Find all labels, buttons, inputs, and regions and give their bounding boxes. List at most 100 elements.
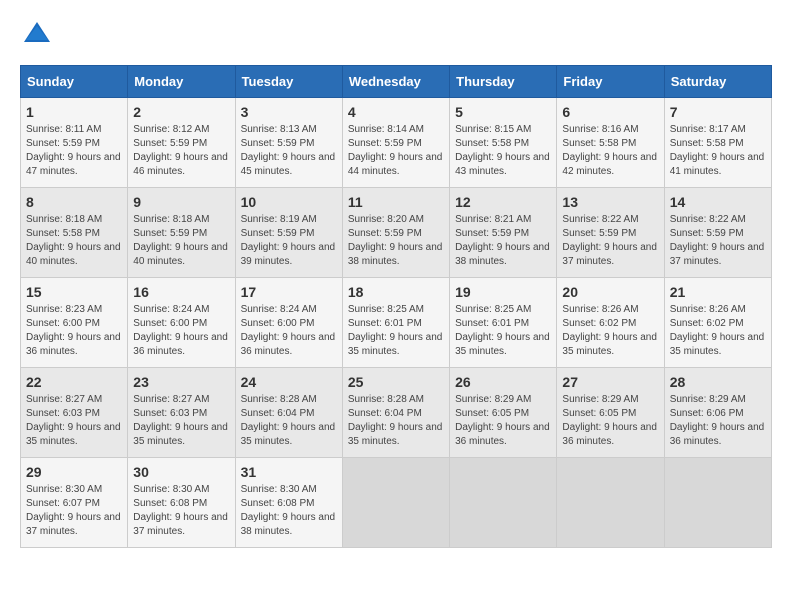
weekday-header-sunday: Sunday: [21, 66, 128, 98]
day-info: Sunrise: 8:24 AMSunset: 6:00 PMDaylight:…: [133, 304, 228, 357]
day-info: Sunrise: 8:29 AMSunset: 6:05 PMDaylight:…: [562, 394, 657, 447]
calendar-cell: 8Sunrise: 8:18 AMSunset: 5:58 PMDaylight…: [21, 188, 128, 278]
day-number: 14: [670, 194, 766, 210]
day-info: Sunrise: 8:25 AMSunset: 6:01 PMDaylight:…: [348, 304, 443, 357]
day-info: Sunrise: 8:23 AMSunset: 6:00 PMDaylight:…: [26, 304, 121, 357]
weekday-header-saturday: Saturday: [664, 66, 771, 98]
day-number: 20: [562, 284, 658, 300]
day-info: Sunrise: 8:14 AMSunset: 5:59 PMDaylight:…: [348, 124, 443, 177]
day-number: 11: [348, 194, 444, 210]
day-number: 15: [26, 284, 122, 300]
day-number: 25: [348, 374, 444, 390]
calendar-cell: 12 Sunrise: 8:21 AMSunset: 5:59 PMDayligh…: [450, 188, 557, 278]
calendar-cell: 10 Sunrise: 8:19 AMSunset: 5:59 PMDayligh…: [235, 188, 342, 278]
calendar-cell: 27 Sunrise: 8:29 AMSunset: 6:05 PMDayligh…: [557, 368, 664, 458]
day-info: Sunrise: 8:29 AMSunset: 6:06 PMDaylight:…: [670, 394, 765, 447]
day-info: Sunrise: 8:28 AMSunset: 6:04 PMDaylight:…: [241, 394, 336, 447]
day-info: Sunrise: 8:24 AMSunset: 6:00 PMDaylight:…: [241, 304, 336, 357]
calendar-cell: 20 Sunrise: 8:26 AMSunset: 6:02 PMDayligh…: [557, 278, 664, 368]
day-number: 5: [455, 104, 551, 120]
calendar-cell: 2Sunrise: 8:12 AMSunset: 5:59 PMDaylight…: [128, 98, 235, 188]
weekday-header-monday: Monday: [128, 66, 235, 98]
day-info: Sunrise: 8:26 AMSunset: 6:02 PMDaylight:…: [670, 304, 765, 357]
logo-text: [20, 20, 52, 49]
day-info: Sunrise: 8:30 AMSunset: 6:08 PMDaylight:…: [133, 484, 228, 537]
calendar-cell: 3 Sunrise: 8:13 AMSunset: 5:59 PMDaylight…: [235, 98, 342, 188]
week-row-5: 29 Sunrise: 8:30 AMSunset: 6:07 PMDayligh…: [21, 458, 772, 548]
day-number: 31: [241, 464, 337, 480]
calendar-cell: 4Sunrise: 8:14 AMSunset: 5:59 PMDaylight…: [342, 98, 449, 188]
calendar-cell: 24 Sunrise: 8:28 AMSunset: 6:04 PMDayligh…: [235, 368, 342, 458]
day-number: 12: [455, 194, 551, 210]
day-number: 27: [562, 374, 658, 390]
weekday-header-tuesday: Tuesday: [235, 66, 342, 98]
day-number: 10: [241, 194, 337, 210]
day-number: 19: [455, 284, 551, 300]
day-number: 8: [26, 194, 122, 210]
calendar-cell: 21 Sunrise: 8:26 AMSunset: 6:02 PMDayligh…: [664, 278, 771, 368]
calendar-cell: 31Sunrise: 8:30 AMSunset: 6:08 PMDayligh…: [235, 458, 342, 548]
calendar-cell: [664, 458, 771, 548]
day-number: 28: [670, 374, 766, 390]
weekday-header-friday: Friday: [557, 66, 664, 98]
calendar-cell: 13Sunrise: 8:22 AMSunset: 5:59 PMDayligh…: [557, 188, 664, 278]
page-header: [20, 20, 772, 49]
day-number: 2: [133, 104, 229, 120]
day-info: Sunrise: 8:15 AMSunset: 5:58 PMDaylight:…: [455, 124, 550, 177]
day-info: Sunrise: 8:19 AMSunset: 5:59 PMDaylight:…: [241, 214, 336, 267]
calendar-cell: 16 Sunrise: 8:24 AMSunset: 6:00 PMDayligh…: [128, 278, 235, 368]
day-number: 30: [133, 464, 229, 480]
day-number: 1: [26, 104, 122, 120]
day-number: 9: [133, 194, 229, 210]
calendar-cell: 22 Sunrise: 8:27 AMSunset: 6:03 PMDayligh…: [21, 368, 128, 458]
calendar-cell: 17Sunrise: 8:24 AMSunset: 6:00 PMDayligh…: [235, 278, 342, 368]
weekday-header-wednesday: Wednesday: [342, 66, 449, 98]
logo: [20, 20, 52, 49]
day-info: Sunrise: 8:27 AMSunset: 6:03 PMDaylight:…: [26, 394, 121, 447]
day-number: 22: [26, 374, 122, 390]
day-number: 3: [241, 104, 337, 120]
day-info: Sunrise: 8:28 AMSunset: 6:04 PMDaylight:…: [348, 394, 443, 447]
calendar-cell: 6Sunrise: 8:16 AMSunset: 5:58 PMDaylight…: [557, 98, 664, 188]
day-info: Sunrise: 8:17 AMSunset: 5:58 PMDaylight:…: [670, 124, 765, 177]
calendar-cell: 1Sunrise: 8:11 AMSunset: 5:59 PMDaylight…: [21, 98, 128, 188]
day-info: Sunrise: 8:21 AMSunset: 5:59 PMDaylight:…: [455, 214, 550, 267]
calendar-cell: [557, 458, 664, 548]
day-number: 24: [241, 374, 337, 390]
day-info: Sunrise: 8:22 AMSunset: 5:59 PMDaylight:…: [670, 214, 765, 267]
day-number: 26: [455, 374, 551, 390]
calendar-cell: 9 Sunrise: 8:18 AMSunset: 5:59 PMDaylight…: [128, 188, 235, 278]
calendar-cell: 30 Sunrise: 8:30 AMSunset: 6:08 PMDayligh…: [128, 458, 235, 548]
day-number: 23: [133, 374, 229, 390]
calendar-cell: 18 Sunrise: 8:25 AMSunset: 6:01 PMDayligh…: [342, 278, 449, 368]
day-info: Sunrise: 8:29 AMSunset: 6:05 PMDaylight:…: [455, 394, 550, 447]
day-number: 21: [670, 284, 766, 300]
day-info: Sunrise: 8:13 AMSunset: 5:59 PMDaylight:…: [241, 124, 336, 177]
calendar-table: SundayMondayTuesdayWednesdayThursdayFrid…: [20, 65, 772, 548]
calendar-cell: 7Sunrise: 8:17 AMSunset: 5:58 PMDaylight…: [664, 98, 771, 188]
day-info: Sunrise: 8:25 AMSunset: 6:01 PMDaylight:…: [455, 304, 550, 357]
day-info: Sunrise: 8:30 AMSunset: 6:07 PMDaylight:…: [26, 484, 121, 537]
week-row-1: 1Sunrise: 8:11 AMSunset: 5:59 PMDaylight…: [21, 98, 772, 188]
calendar-cell: 26 Sunrise: 8:29 AMSunset: 6:05 PMDayligh…: [450, 368, 557, 458]
calendar-cell: 29 Sunrise: 8:30 AMSunset: 6:07 PMDayligh…: [21, 458, 128, 548]
day-info: Sunrise: 8:26 AMSunset: 6:02 PMDaylight:…: [562, 304, 657, 357]
calendar-cell: 5 Sunrise: 8:15 AMSunset: 5:58 PMDaylight…: [450, 98, 557, 188]
weekday-header-row: SundayMondayTuesdayWednesdayThursdayFrid…: [21, 66, 772, 98]
day-info: Sunrise: 8:18 AMSunset: 5:59 PMDaylight:…: [133, 214, 228, 267]
week-row-4: 22 Sunrise: 8:27 AMSunset: 6:03 PMDayligh…: [21, 368, 772, 458]
day-number: 18: [348, 284, 444, 300]
week-row-2: 8Sunrise: 8:18 AMSunset: 5:58 PMDaylight…: [21, 188, 772, 278]
day-number: 6: [562, 104, 658, 120]
day-info: Sunrise: 8:22 AMSunset: 5:59 PMDaylight:…: [562, 214, 657, 267]
calendar-cell: 19 Sunrise: 8:25 AMSunset: 6:01 PMDayligh…: [450, 278, 557, 368]
logo-icon: [22, 20, 52, 44]
day-number: 29: [26, 464, 122, 480]
calendar-cell: 11Sunrise: 8:20 AMSunset: 5:59 PMDayligh…: [342, 188, 449, 278]
weekday-header-thursday: Thursday: [450, 66, 557, 98]
day-info: Sunrise: 8:27 AMSunset: 6:03 PMDaylight:…: [133, 394, 228, 447]
calendar-cell: 14 Sunrise: 8:22 AMSunset: 5:59 PMDayligh…: [664, 188, 771, 278]
day-number: 16: [133, 284, 229, 300]
calendar-cell: 25 Sunrise: 8:28 AMSunset: 6:04 PMDayligh…: [342, 368, 449, 458]
calendar-cell: 28 Sunrise: 8:29 AMSunset: 6:06 PMDayligh…: [664, 368, 771, 458]
